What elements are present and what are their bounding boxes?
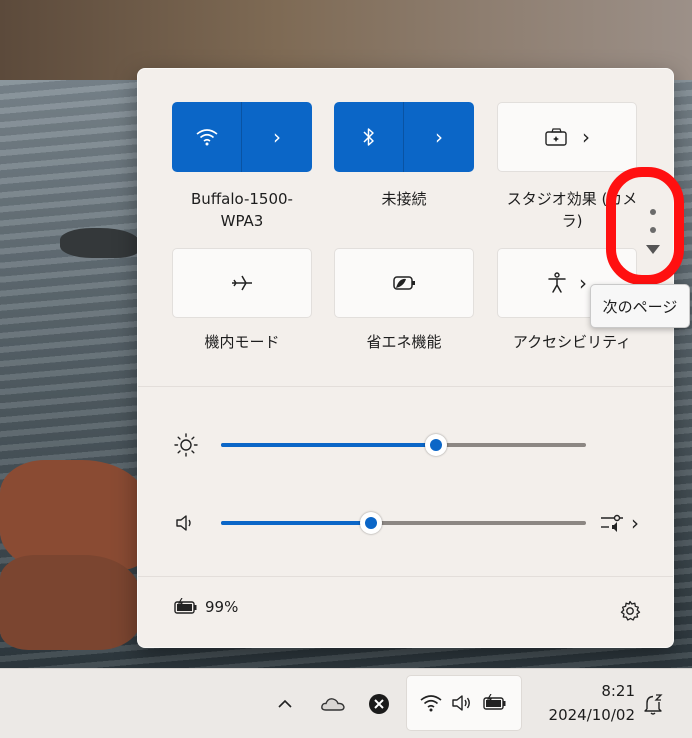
- airplane-icon: [232, 275, 252, 291]
- close-circle-icon: [369, 693, 389, 714]
- wifi-network-name: Buffalo-1500-: [191, 190, 293, 208]
- chevron-up-icon: [278, 699, 292, 708]
- bluetooth-expand-button[interactable]: ›: [403, 102, 474, 172]
- studio-effects-tile[interactable]: ›: [497, 102, 637, 172]
- divider: [138, 576, 673, 577]
- audio-mixer-icon: [601, 514, 623, 532]
- brightness-icon: [171, 430, 201, 460]
- brightness-slider-row: [171, 430, 641, 460]
- wifi-toggle[interactable]: [172, 102, 242, 172]
- chevron-right-icon: ›: [435, 125, 443, 149]
- wifi-network-name-cont: WPA3: [220, 212, 264, 230]
- volume-slider-thumb[interactable]: [359, 512, 382, 534]
- gear-icon: [620, 600, 641, 621]
- energy-saver-tile[interactable]: [334, 248, 474, 318]
- volume-slider-row: ›: [171, 508, 641, 538]
- speaker-icon: [452, 695, 470, 711]
- battery-percent: 99%: [205, 598, 239, 616]
- wallpaper-rock: [0, 460, 150, 570]
- audio-output-button[interactable]: ›: [599, 508, 639, 538]
- wallpaper-rock: [0, 555, 140, 650]
- quick-settings-tray-button[interactable]: [406, 675, 522, 731]
- studio-effects-label-line1: スタジオ効果 (カメ: [506, 190, 638, 208]
- notification-center-button[interactable]: [640, 669, 668, 738]
- studio-effects-icon: [545, 128, 567, 146]
- battery-charging-icon: [483, 694, 506, 710]
- brightness-slider[interactable]: [221, 434, 586, 456]
- next-page-tooltip: 次のページ: [590, 284, 690, 328]
- notification-snooze-icon: [644, 693, 663, 715]
- speaker-icon[interactable]: [171, 508, 201, 538]
- airplane-mode-label: 機内モード: [204, 333, 280, 351]
- bluetooth-toggle[interactable]: [334, 102, 404, 172]
- accessibility-icon: [548, 272, 566, 293]
- page-dot-2[interactable]: [650, 227, 656, 233]
- chevron-right-icon: ›: [631, 511, 639, 535]
- clock-time: 8:21: [601, 682, 635, 700]
- chevron-right-icon: ›: [579, 271, 587, 295]
- taskbar: 8:21 2024/10/02: [0, 668, 692, 738]
- onedrive-icon: [321, 697, 345, 711]
- quick-settings-panel: › Buffalo-1500- WPA3 › 未接続 › スタジオ効果 (カメ …: [137, 68, 674, 648]
- bluetooth-icon: [363, 128, 374, 146]
- chevron-right-icon: ›: [582, 125, 590, 149]
- wifi-icon: [196, 129, 218, 146]
- volume-slider[interactable]: [221, 512, 586, 534]
- page-dot-1[interactable]: [650, 209, 656, 215]
- onedrive-button[interactable]: [316, 669, 350, 738]
- clock-date: 2024/10/02: [548, 706, 635, 724]
- wifi-tile[interactable]: ›: [172, 102, 312, 172]
- page-indicator[interactable]: [643, 209, 663, 254]
- brightness-slider-thumb[interactable]: [425, 434, 448, 456]
- airplane-mode-tile[interactable]: [172, 248, 312, 318]
- wallpaper-rock: [60, 228, 140, 258]
- battery-status[interactable]: 99%: [173, 598, 238, 616]
- accessibility-label: アクセシビリティ: [512, 333, 632, 351]
- bluetooth-tile-label: 未接続: [381, 190, 427, 208]
- chevron-right-icon: ›: [273, 125, 281, 149]
- battery-charging-icon: [174, 598, 197, 614]
- wifi-tile-label: Buffalo-1500- WPA3: [167, 188, 317, 232]
- brightness-slider-fill: [221, 443, 437, 447]
- clock[interactable]: 8:21 2024/10/02: [530, 679, 635, 727]
- wifi-icon: [420, 695, 442, 712]
- show-hidden-icons-button[interactable]: [270, 669, 300, 738]
- studio-effects-label-line2: ラ): [561, 212, 583, 230]
- studio-effects-tile-label: スタジオ効果 (カメ ラ): [492, 188, 652, 232]
- wifi-expand-button[interactable]: ›: [241, 102, 312, 172]
- next-page-arrow-icon[interactable]: [646, 245, 660, 254]
- settings-button[interactable]: [617, 598, 643, 624]
- bluetooth-tile[interactable]: ›: [334, 102, 474, 172]
- energy-saver-label: 省エネ機能: [366, 333, 442, 351]
- energy-saver-icon: [393, 276, 415, 290]
- app-tray-button[interactable]: [364, 669, 394, 738]
- volume-slider-fill: [221, 521, 371, 525]
- divider: [138, 386, 673, 387]
